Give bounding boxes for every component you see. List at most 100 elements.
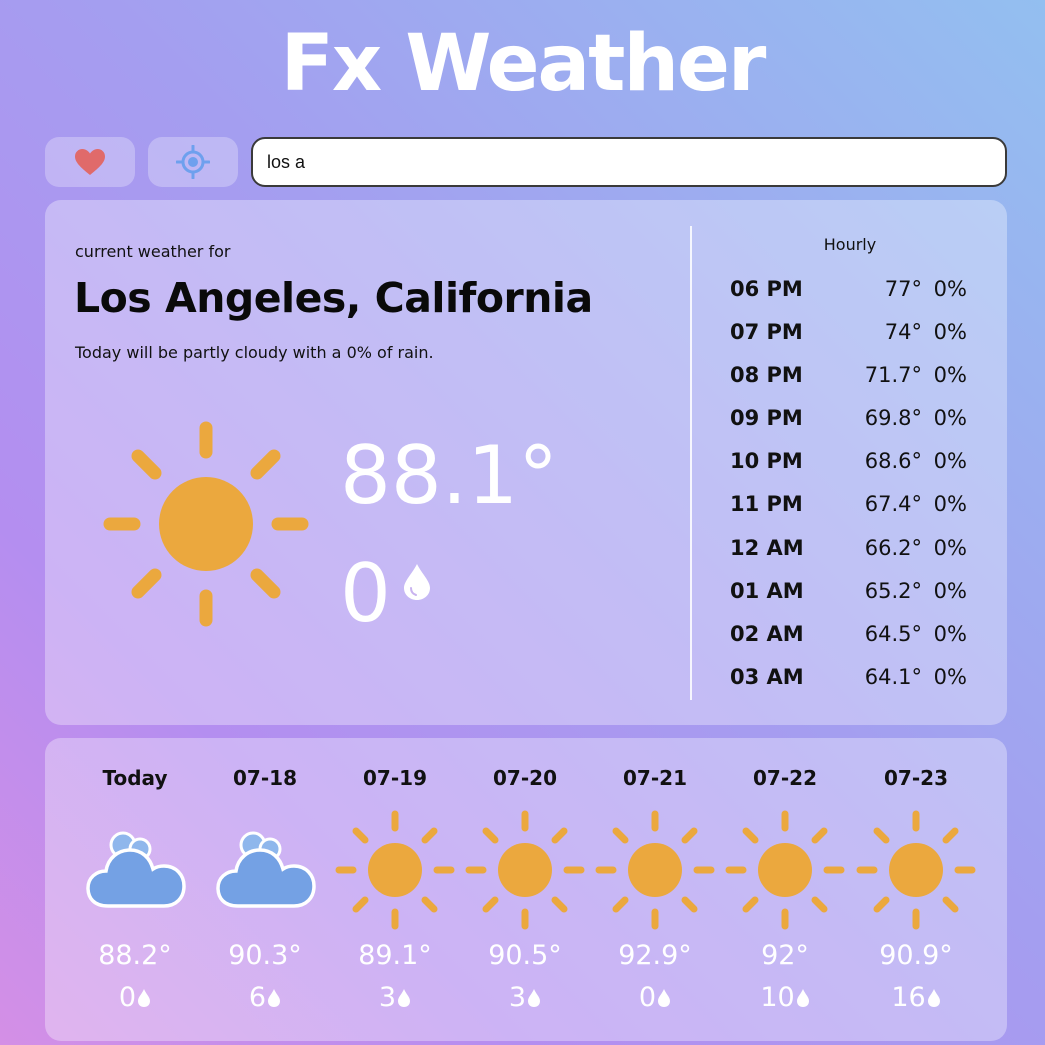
- hour-precipitation: 0%: [933, 492, 967, 517]
- sun-icon: [851, 808, 981, 932]
- forecast-temperature: 90.3°: [228, 940, 302, 971]
- forecast-precip-value: 0: [118, 982, 137, 1013]
- forecast-day: 07-20 90.5° 3: [460, 758, 590, 1028]
- locate-button[interactable]: [148, 137, 238, 187]
- forecast-day-label: 07-21: [623, 766, 687, 790]
- forecast-precip-value: 10: [760, 982, 795, 1013]
- heart-icon: [75, 149, 105, 175]
- hour-precipitation: 0%: [933, 578, 967, 603]
- forecast-day: 07-23 90.9° 16: [851, 758, 981, 1028]
- hour-time: 10 PM: [730, 449, 803, 474]
- hourly-title: Hourly: [823, 235, 877, 254]
- forecast-day-label: Today: [102, 766, 168, 790]
- search-input[interactable]: [251, 137, 1007, 187]
- hour-precipitation: 0%: [933, 449, 967, 474]
- hour-time: 02 AM: [730, 621, 804, 646]
- raindrop-icon: [268, 988, 281, 1007]
- favorite-button[interactable]: [45, 137, 135, 187]
- hour-temperature: 77°: [884, 277, 922, 301]
- forecast-precip-value: 3: [508, 982, 527, 1013]
- forecast-temperature: 88.2°: [98, 940, 172, 971]
- forecast-temperature: 90.5°: [488, 940, 562, 971]
- hour-precipitation: 0%: [933, 320, 967, 345]
- hour-time: 12 AM: [730, 535, 804, 560]
- hourly-row: 01 AM 65.2° 0%: [730, 570, 970, 613]
- forecast-precip-value: 16: [891, 982, 926, 1013]
- raindrop-icon: [402, 563, 432, 605]
- city-name: Los Angeles, California: [74, 274, 593, 322]
- hour-temperature: 66.2°: [864, 535, 922, 560]
- hour-precipitation: 0%: [933, 535, 967, 560]
- hourly-list: 06 PM 77° 0% 07 PM 74° 0% 08 PM 71.7° 0%…: [730, 268, 970, 699]
- forecast-day-label: 07-23: [884, 766, 948, 790]
- hourly-row: 09 PM 69.8° 0%: [730, 397, 970, 440]
- forecast-day-label: 07-20: [493, 766, 557, 790]
- forecast-precip: 16: [851, 982, 981, 1013]
- hour-time: 11 PM: [730, 492, 803, 517]
- forecast-temperature: 92°: [761, 940, 809, 971]
- current-precipitation: 0: [340, 547, 391, 640]
- forecast-precip: 0: [70, 982, 200, 1013]
- raindrop-icon: [658, 988, 671, 1007]
- forecast-temperature: 90.9°: [879, 940, 953, 971]
- forecast-day: Today 88.2° 0: [70, 758, 200, 1028]
- hour-precipitation: 0%: [933, 664, 967, 689]
- forecast-day: 07-18 90.3° 6: [200, 758, 330, 1028]
- raindrop-icon: [398, 988, 411, 1007]
- sun-icon: [590, 808, 720, 932]
- hour-time: 08 PM: [730, 363, 803, 388]
- hour-time: 07 PM: [730, 320, 803, 345]
- app-title: Fx Weather: [280, 19, 767, 109]
- hour-temperature: 74°: [884, 320, 922, 345]
- forecast-temperature: 89.1°: [358, 940, 432, 971]
- hour-time: 09 PM: [730, 406, 803, 431]
- crosshair-icon: [176, 145, 210, 179]
- raindrop-icon: [528, 988, 541, 1007]
- cloudy-icon: [70, 808, 200, 918]
- hour-temperature: 68.6°: [864, 449, 922, 474]
- hourly-row: 11 PM 67.4° 0%: [730, 483, 970, 526]
- hourly-row: 12 AM 66.2° 0%: [730, 527, 970, 570]
- hourly-row: 08 PM 71.7° 0%: [730, 354, 970, 397]
- hourly-row: 10 PM 68.6° 0%: [730, 440, 970, 483]
- hour-temperature: 67.4°: [864, 492, 922, 517]
- current-weather-label: current weather for: [75, 242, 231, 261]
- hour-precipitation: 0%: [933, 277, 967, 301]
- forecast-precip-value: 6: [248, 982, 267, 1013]
- hour-precipitation: 0%: [933, 363, 967, 388]
- sun-icon: [100, 418, 312, 634]
- sun-icon: [720, 808, 850, 932]
- raindrop-icon: [796, 988, 809, 1007]
- hourly-row: 03 AM 64.1° 0%: [730, 656, 970, 699]
- hour-precipitation: 0%: [933, 621, 967, 646]
- current-temperature: 88.1°: [340, 429, 559, 522]
- raindrop-icon: [927, 988, 940, 1007]
- hour-temperature: 64.5°: [864, 621, 922, 646]
- hourly-row: 06 PM 77° 0%: [730, 268, 970, 311]
- hour-time: 06 PM: [730, 277, 803, 301]
- panel-divider: [690, 226, 692, 700]
- forecast-day-label: 07-18: [233, 766, 297, 790]
- forecast-day: 07-19 89.1° 3: [330, 758, 460, 1028]
- forecast-day-label: 07-22: [753, 766, 817, 790]
- hour-temperature: 65.2°: [864, 578, 922, 603]
- forecast-day-label: 07-19: [363, 766, 427, 790]
- hour-temperature: 71.7°: [864, 363, 922, 388]
- sun-icon: [460, 808, 590, 932]
- hour-temperature: 69.8°: [864, 406, 922, 431]
- forecast-day: 07-22 92° 10: [720, 758, 850, 1028]
- hourly-row: 02 AM 64.5° 0%: [730, 613, 970, 656]
- forecast-precip: 6: [200, 982, 330, 1013]
- hour-temperature: 64.1°: [864, 664, 922, 689]
- forecast-precip: 10: [720, 982, 850, 1013]
- hour-precipitation: 0%: [933, 406, 967, 431]
- sun-icon: [330, 808, 460, 932]
- forecast-day: 07-21 92.9° 0: [590, 758, 720, 1028]
- forecast-precip: 0: [590, 982, 720, 1013]
- cloudy-icon: [200, 808, 330, 918]
- hour-time: 01 AM: [730, 578, 804, 603]
- raindrop-icon: [138, 988, 151, 1007]
- forecast-precip: 3: [460, 982, 590, 1013]
- hour-time: 03 AM: [730, 664, 804, 689]
- hourly-row: 07 PM 74° 0%: [730, 311, 970, 354]
